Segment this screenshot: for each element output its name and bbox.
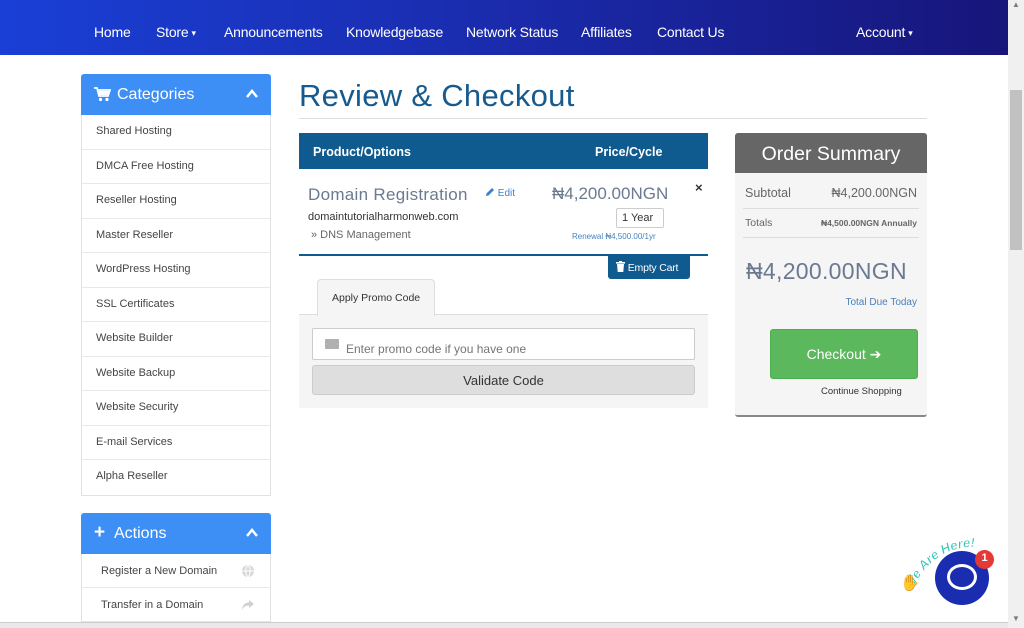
actions-title: Actions (114, 525, 167, 542)
edit-link[interactable]: Edit (485, 187, 515, 199)
nav-network-status[interactable]: Network Status (466, 24, 558, 40)
item-price: ₦4,200.00NGN (552, 184, 669, 203)
summary-divider (743, 208, 919, 209)
action-label: Register a New Domain (101, 565, 218, 577)
category-item[interactable]: Website Builder (82, 322, 270, 357)
category-item[interactable]: Website Backup (82, 357, 270, 391)
addon-dns: » DNS Management (311, 229, 411, 241)
edit-label: Edit (497, 188, 516, 199)
empty-cart-label: Empty Cart (627, 262, 679, 274)
nav-account-label: Account (856, 24, 906, 40)
plus-icon: + (94, 522, 106, 543)
title-divider (299, 118, 927, 119)
scroll-thumb[interactable] (1010, 90, 1022, 250)
pencil-icon (486, 188, 494, 196)
order-summary: Order Summary Subtotal ₦4,200.00NGN Tota… (735, 133, 927, 417)
validate-code-button[interactable]: Validate Code (312, 365, 695, 395)
category-item[interactable]: Master Reseller (82, 219, 270, 253)
nav-store-label: Store (156, 24, 189, 40)
globe-icon (242, 564, 254, 578)
scroll-down-icon[interactable]: ▼ (1012, 614, 1020, 623)
total-due-label: Total Due Today (845, 297, 917, 308)
tab-apply-promo[interactable]: Apply Promo Code (317, 279, 435, 316)
category-item[interactable]: Alpha Reseller (82, 460, 270, 495)
categories-list: Shared Hosting DMCA Free Hosting Reselle… (81, 115, 271, 496)
top-navbar: Home Store ▾ Announcements Knowledgebase … (0, 0, 1008, 55)
category-item[interactable]: Shared Hosting (82, 115, 270, 150)
nav-store[interactable]: Store ▾ (156, 24, 196, 40)
cart-table-header: Product/Options Price/Cycle (299, 133, 708, 169)
chat-notification-badge: 1 (975, 550, 994, 569)
ticket-icon (325, 339, 339, 349)
categories-title: Categories (117, 86, 195, 103)
chat-bubble-icon (947, 564, 977, 590)
continue-shopping-link[interactable]: Continue Shopping (821, 386, 902, 397)
category-item[interactable]: SSL Certificates (82, 288, 270, 322)
nav-home[interactable]: Home (94, 24, 131, 40)
arrow-right-icon: ➔ (869, 346, 882, 362)
page-title: Review & Checkout (299, 78, 575, 113)
renewal-price: Renewal ₦4,500.00/1yr (572, 232, 656, 241)
promo-code-input[interactable] (312, 328, 695, 360)
category-item[interactable]: WordPress Hosting (82, 253, 270, 288)
category-item[interactable]: Reseller Hosting (82, 184, 270, 219)
nav-account[interactable]: Account ▾ (856, 24, 913, 40)
nav-contact-us[interactable]: Contact Us (657, 24, 724, 40)
domain-name: domaintutorialharmonweb.com (308, 211, 459, 223)
actions-list: Register a New Domain Transfer in a Doma… (81, 554, 271, 623)
categories-panel-header[interactable]: Categories (81, 74, 271, 115)
action-register-domain[interactable]: Register a New Domain (82, 554, 270, 588)
category-item[interactable]: Website Security (82, 391, 270, 426)
order-summary-title: Order Summary (735, 133, 927, 173)
header-price: Price/Cycle (595, 145, 663, 159)
cart-icon (94, 87, 111, 102)
nav-announcements[interactable]: Announcements (224, 24, 323, 40)
totals-value: ₦4,500.00NGN Annually (820, 218, 917, 228)
trash-icon (616, 261, 625, 272)
empty-cart-button[interactable]: Empty Cart (608, 256, 690, 279)
chevron-up-icon[interactable] (246, 527, 258, 539)
cart-item-row: Domain Registration Edit domaintutorialh… (299, 169, 708, 256)
scroll-up-icon[interactable]: ▲ (1012, 0, 1020, 9)
remove-item-button[interactable]: × (695, 180, 703, 195)
nav-knowledgebase[interactable]: Knowledgebase (346, 24, 443, 40)
totals-label: Totals (745, 217, 773, 229)
header-product: Product/Options (313, 145, 411, 159)
checkout-button[interactable]: Checkout ➔ (770, 329, 918, 379)
subtotal-label: Subtotal (745, 186, 791, 200)
checkout-label: Checkout (806, 346, 866, 362)
nav-affiliates[interactable]: Affiliates (581, 24, 632, 40)
chevron-down-icon: ▾ (908, 28, 913, 38)
action-label: Transfer in a Domain (101, 599, 204, 611)
subtotal-value: ₦4,200.00NGN (831, 186, 917, 200)
category-item[interactable]: DMCA Free Hosting (82, 150, 270, 184)
category-item[interactable]: E-mail Services (82, 426, 270, 460)
chevron-up-icon[interactable] (246, 88, 258, 100)
actions-panel-header[interactable]: + Actions (81, 513, 271, 554)
chevron-down-icon: ▾ (191, 28, 196, 38)
product-name: Domain Registration (308, 185, 468, 204)
waving-hand-icon: ✋ (900, 573, 920, 592)
total-due-amount: ₦4,200.00NGN (746, 258, 907, 284)
billing-cycle-select[interactable]: 1 Year (616, 208, 664, 228)
summary-divider (743, 237, 919, 238)
share-arrow-icon (242, 600, 254, 610)
bottom-strip (0, 622, 1008, 628)
action-transfer-domain[interactable]: Transfer in a Domain (82, 588, 270, 622)
page-scrollbar[interactable]: ▲ ▼ (1008, 0, 1024, 628)
